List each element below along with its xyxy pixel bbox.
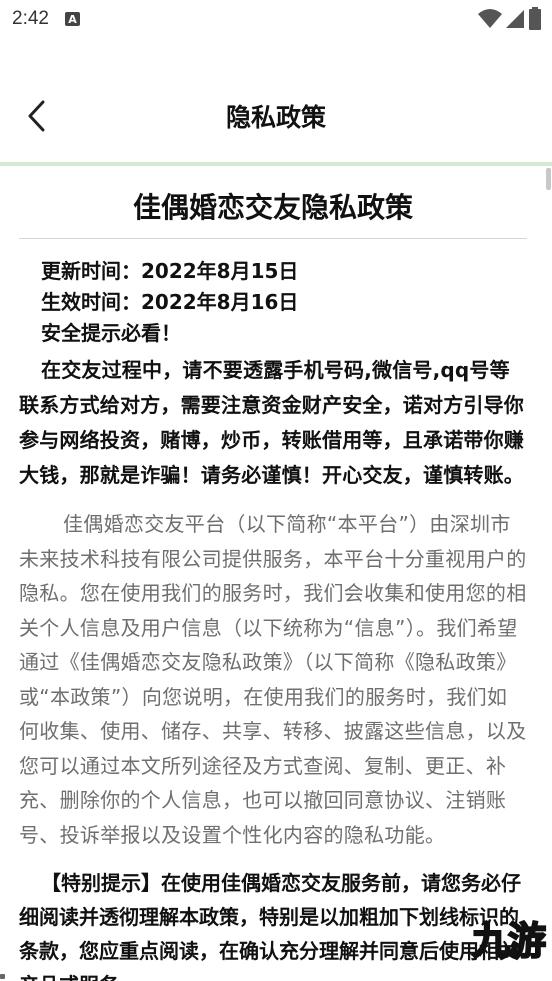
updated-date: 更新时间：2022年8月15日	[41, 259, 299, 283]
document-title: 佳偶婚恋交友隐私政策	[132, 191, 413, 224]
effective-date: 生效时间：2022年8月16日	[41, 290, 299, 314]
document-meta: 更新时间：2022年8月15日 生效时间：2022年8月16日 安全提示必看！	[19, 256, 527, 349]
battery-icon	[529, 7, 541, 30]
edge-marker	[0, 974, 5, 979]
title-divider	[19, 238, 527, 239]
app-bar: 隐私政策	[0, 80, 552, 152]
status-time: 2:42	[12, 8, 49, 29]
notification-icon: A	[64, 12, 80, 26]
signal-icon	[506, 10, 524, 28]
safety-header: 安全提示必看！	[41, 321, 181, 345]
status-bar: 2:42 A	[0, 0, 552, 38]
safety-warning: 在交友过程中，请不要透露手机号码,微信号,qq号等联系方式给对方，需要注意资金财…	[19, 358, 524, 487]
status-icons	[478, 7, 542, 31]
scrollbar[interactable]	[546, 168, 551, 190]
wifi-icon	[478, 9, 502, 28]
intro-paragraph: 佳偶婚恋交友平台（以下简称“本平台”）由深圳市未来技术科技有限公司提供服务，本平…	[19, 512, 527, 847]
watermark-text: 九游	[471, 918, 547, 964]
watermark-logo: 九游	[394, 915, 547, 965]
policy-content[interactable]: 佳偶婚恋交友隐私政策 更新时间：2022年8月15日 生效时间：2022年8月1…	[0, 166, 546, 981]
page-title: 隐私政策	[225, 103, 326, 132]
